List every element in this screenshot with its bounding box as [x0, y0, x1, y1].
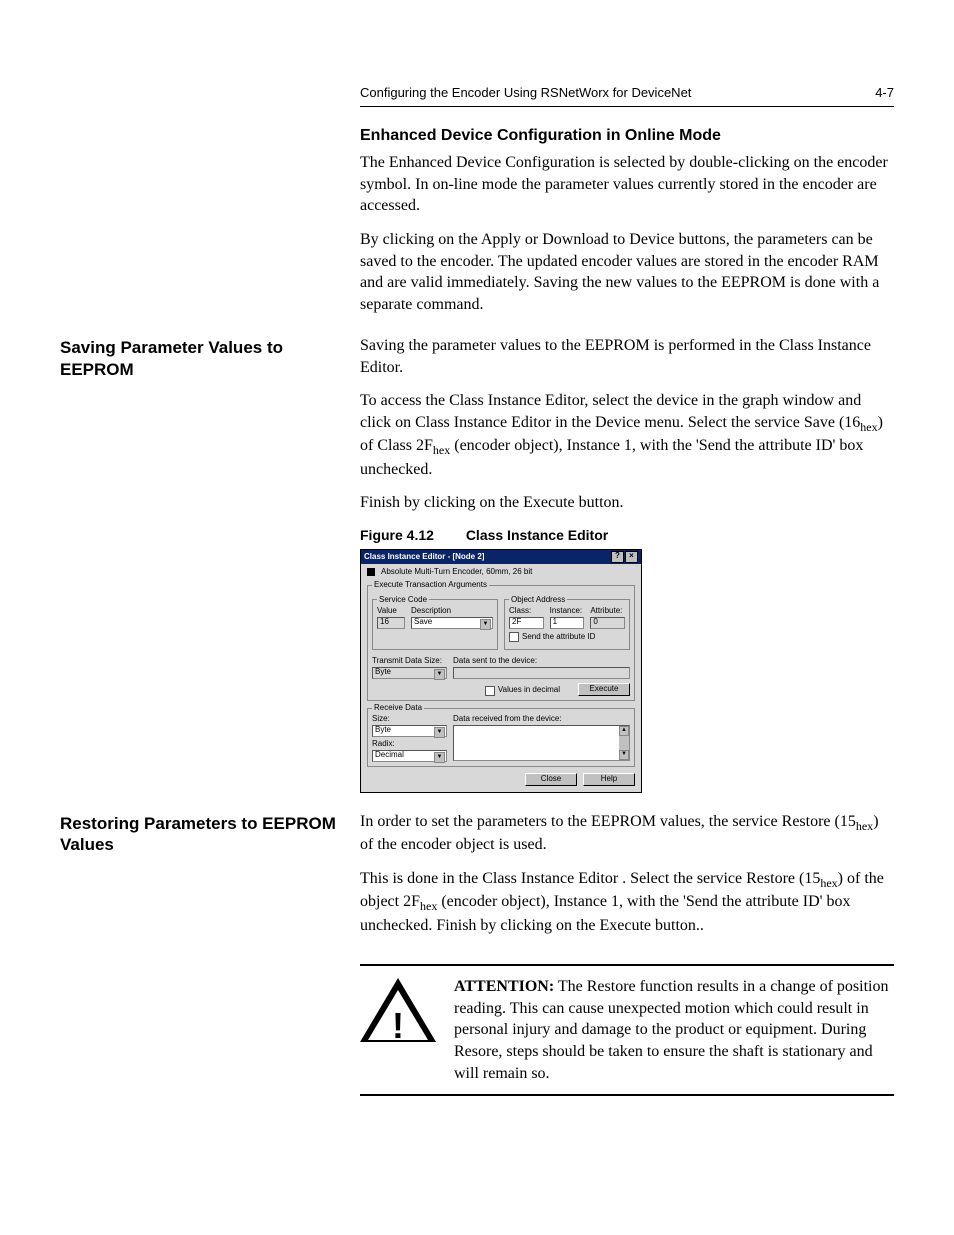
- figure-title: Class Instance Editor: [466, 527, 608, 543]
- restoring-paragraph-1: In order to set the parameters to the EE…: [360, 811, 894, 856]
- value-field: 16: [377, 617, 405, 629]
- label-transmit-size: Transmit Data Size:: [372, 657, 447, 666]
- side-heading-restoring: Restoring Parameters to EEPROM Values: [60, 811, 360, 1096]
- side-heading-saving: Saving Parameter Values to EEPROM: [60, 335, 360, 793]
- transmit-size-combo: Byte: [372, 667, 447, 679]
- figure-caption: Figure 4.12 Class Instance Editor: [360, 526, 894, 545]
- running-header: Configuring the Encoder Using RSNetWorx …: [360, 84, 894, 107]
- data-sent-field: [453, 667, 630, 679]
- label-data-received: Data received from the device:: [453, 715, 630, 724]
- intro-paragraph-2: By clicking on the Apply or Download to …: [360, 229, 894, 315]
- send-attribute-label: Send the attribute ID: [522, 633, 595, 642]
- attention-block: ! ATTENTION: The Restore function result…: [360, 964, 894, 1096]
- group-object-address: Object Address Class: 2F Instance: 1: [504, 596, 630, 650]
- dialog-titlebar: Class Instance Editor - [Node 2] ? ×: [361, 550, 641, 564]
- saving-paragraph-1: Saving the parameter values to the EEPRO…: [360, 335, 894, 378]
- help-button[interactable]: Help: [583, 773, 635, 786]
- dialog-title: Class Instance Editor - [Node 2]: [364, 553, 610, 562]
- label-instance: Instance:: [550, 607, 585, 616]
- figure-number: Figure 4.12: [360, 527, 434, 543]
- label-radix: Radix:: [372, 740, 447, 749]
- checkbox-icon: [485, 686, 495, 696]
- close-button[interactable]: Close: [525, 773, 577, 786]
- rx-size-combo[interactable]: Byte: [372, 725, 447, 737]
- label-rx-size: Size:: [372, 715, 447, 724]
- values-decimal-label: Values in decimal: [498, 686, 560, 695]
- legend-object-address: Object Address: [509, 596, 567, 605]
- label-class: Class:: [509, 607, 544, 616]
- radix-combo[interactable]: Decimal: [372, 750, 447, 762]
- intro-paragraph-1: The Enhanced Device Configuration is sel…: [360, 152, 894, 217]
- class-instance-editor-dialog: Class Instance Editor - [Node 2] ? × Abs…: [360, 549, 642, 793]
- help-icon[interactable]: ?: [611, 551, 624, 563]
- heading-enhanced-online: Enhanced Device Configuration in Online …: [360, 125, 894, 147]
- scrollbar[interactable]: ▲ ▼: [619, 726, 629, 760]
- group-execute-args: Execute Transaction Arguments Service Co…: [367, 581, 635, 701]
- label-value: Value: [377, 607, 405, 616]
- description-combo[interactable]: Save: [411, 617, 493, 629]
- values-decimal-checkbox[interactable]: Values in decimal: [485, 686, 560, 696]
- data-received-area: ▲ ▼: [453, 725, 630, 761]
- header-page-number: 4-7: [875, 84, 894, 102]
- device-row: Absolute Multi-Turn Encoder, 60mm, 26 bi…: [367, 568, 635, 577]
- scroll-down-icon[interactable]: ▼: [619, 750, 629, 760]
- scroll-up-icon[interactable]: ▲: [619, 726, 629, 736]
- label-data-sent: Data sent to the device:: [453, 657, 630, 666]
- attention-text: ATTENTION: The Restore function results …: [454, 976, 894, 1084]
- header-chapter-title: Configuring the Encoder Using RSNetWorx …: [360, 84, 691, 102]
- device-name: Absolute Multi-Turn Encoder, 60mm, 26 bi…: [381, 568, 532, 577]
- class-field[interactable]: 2F: [509, 617, 544, 629]
- legend-service-code: Service Code: [377, 596, 429, 605]
- execute-button[interactable]: Execute: [578, 683, 630, 696]
- group-service-code: Service Code Value 16 Description Save: [372, 596, 498, 650]
- attribute-field: 0: [590, 617, 625, 629]
- warning-icon: !: [360, 978, 436, 1042]
- checkbox-icon: [509, 632, 519, 642]
- legend-receive-data: Receive Data: [372, 704, 424, 713]
- group-receive-data: Receive Data Size: Byte Radix: Decimal D…: [367, 704, 635, 767]
- attention-lead: ATTENTION:: [454, 978, 554, 995]
- saving-paragraph-2: To access the Class Instance Editor, sel…: [360, 390, 894, 480]
- label-description: Description: [411, 607, 493, 616]
- legend-execute-args: Execute Transaction Arguments: [372, 581, 489, 590]
- saving-paragraph-3: Finish by clicking on the Execute button…: [360, 492, 894, 514]
- restoring-paragraph-2: This is done in the Class Instance Edito…: [360, 868, 894, 936]
- label-attribute: Attribute:: [590, 607, 625, 616]
- send-attribute-checkbox[interactable]: Send the attribute ID: [509, 632, 595, 642]
- device-icon: [367, 568, 375, 576]
- instance-field[interactable]: 1: [550, 617, 585, 629]
- close-icon[interactable]: ×: [625, 551, 638, 563]
